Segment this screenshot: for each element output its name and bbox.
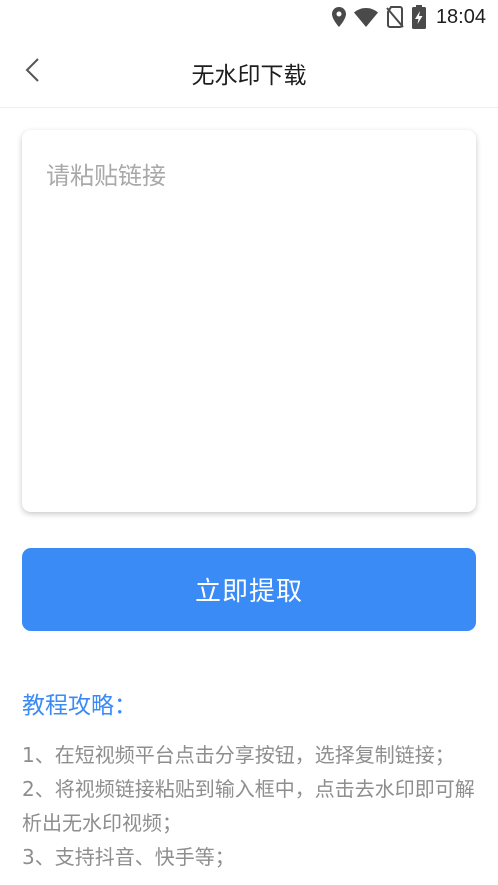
tutorial-step: 3、支持抖音、快手等； xyxy=(22,845,235,869)
no-sim-icon xyxy=(386,6,404,28)
status-clock: 18:04 xyxy=(435,5,486,28)
page-title: 无水印下载 xyxy=(191,63,307,89)
extract-button[interactable]: 立即提取 xyxy=(22,548,476,631)
tutorial-section: 教程攻略： 1、在短视频平台点击分享按钮，选择复制链接； 2、将视频链接粘贴到输… xyxy=(22,686,478,874)
tutorial-step: 1、在短视频平台点击分享按钮，选择复制链接； xyxy=(22,743,455,767)
location-icon xyxy=(331,7,346,27)
tutorial-title: 教程攻略： xyxy=(22,693,137,719)
tutorial-step: 2、将视频链接粘贴到输入框中，点击去水印即可解析出无水印视频； xyxy=(22,777,475,835)
status-bar: 18:04 xyxy=(0,0,498,34)
wifi-icon xyxy=(353,7,378,27)
nav-bar: 无水印下载 xyxy=(0,34,498,108)
link-input-card xyxy=(22,130,476,512)
battery-charging-icon xyxy=(411,5,426,29)
link-input[interactable] xyxy=(46,156,452,486)
